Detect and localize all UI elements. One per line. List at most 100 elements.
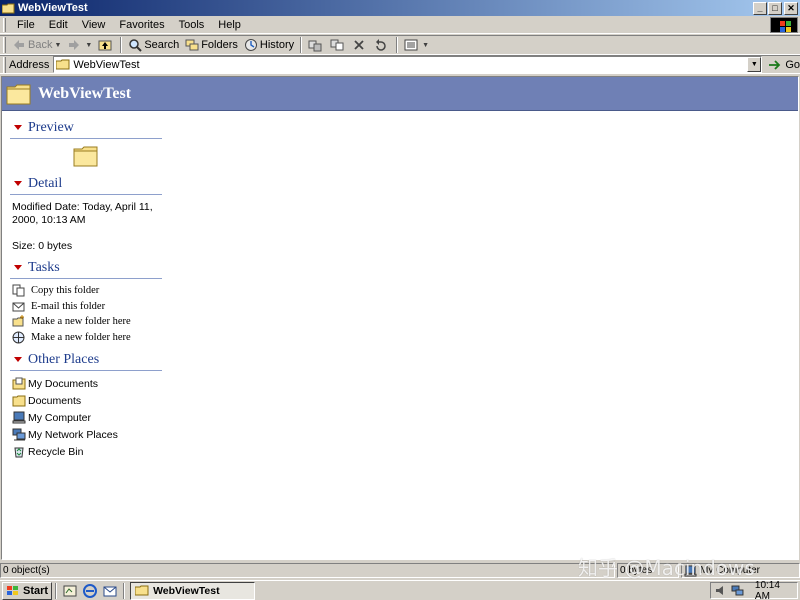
place-recycle-bin[interactable]: Recycle Bin xyxy=(10,443,162,460)
folder-icon xyxy=(12,395,26,407)
place-my-network-places[interactable]: My Network Places xyxy=(10,426,162,443)
standard-toolbar: Back ▼ ▼ Search Folders History ▼ xyxy=(0,35,800,55)
maximize-button[interactable]: □ xyxy=(768,1,782,15)
address-input[interactable]: WebViewTest ▼ xyxy=(53,56,763,73)
menu-bar: File Edit View Favorites Tools Help xyxy=(0,16,800,34)
taskbar-window-label: WebViewTest xyxy=(153,584,220,597)
copy-to-button[interactable] xyxy=(327,36,349,54)
start-label: Start xyxy=(23,584,49,597)
menu-view[interactable]: View xyxy=(75,19,113,31)
addressbar-grip[interactable] xyxy=(3,56,6,73)
views-button[interactable]: ▼ xyxy=(401,36,432,54)
views-dropdown-icon[interactable]: ▼ xyxy=(422,42,429,49)
back-label: Back xyxy=(28,39,53,51)
menu-favorites[interactable]: Favorites xyxy=(112,19,171,31)
watermark: 知乎 @Macindows xyxy=(578,556,755,580)
toolbar-grip[interactable] xyxy=(3,37,6,53)
tasks-title: Tasks xyxy=(28,259,60,275)
address-label: Address xyxy=(8,58,50,71)
task-label: Make a new folder here xyxy=(31,331,131,343)
task-email-folder[interactable]: E-mail this folder xyxy=(10,299,162,315)
menu-tools[interactable]: Tools xyxy=(172,19,212,31)
search-button[interactable]: Search xyxy=(125,36,182,54)
collapse-arrow-icon[interactable] xyxy=(14,357,22,362)
volume-icon[interactable] xyxy=(714,584,728,597)
up-folder-icon xyxy=(98,40,112,51)
preview-section-header[interactable]: Preview xyxy=(10,117,162,139)
windows-flag-icon xyxy=(7,585,18,595)
network-places-icon xyxy=(12,428,26,441)
menubar-grip[interactable] xyxy=(3,17,6,32)
place-my-documents[interactable]: My Documents xyxy=(10,375,162,392)
go-button[interactable]: Go xyxy=(768,59,800,71)
outlook-express-icon[interactable] xyxy=(102,583,118,599)
other-places-title: Other Places xyxy=(28,351,100,367)
detail-title: Detail xyxy=(28,175,63,191)
place-label: My Computer xyxy=(28,411,92,424)
clock[interactable]: 10:14 AM xyxy=(755,580,797,600)
task-new-folder[interactable]: Make a new folder here xyxy=(10,314,162,330)
forward-dropdown-icon[interactable]: ▼ xyxy=(85,42,92,49)
delete-button[interactable] xyxy=(349,36,371,54)
forward-arrow-icon xyxy=(69,40,80,50)
new-folder-icon xyxy=(12,315,24,327)
other-places-section-header[interactable]: Other Places xyxy=(10,349,162,371)
collapse-arrow-icon[interactable] xyxy=(14,125,22,130)
webview-banner: WebViewTest xyxy=(2,77,798,111)
title-bar[interactable]: WebViewTest _ □ ✕ xyxy=(0,0,800,16)
menu-file[interactable]: File xyxy=(10,19,42,31)
taskbar-window-webviewtest[interactable]: WebViewTest xyxy=(130,581,256,600)
preview-title: Preview xyxy=(28,119,74,135)
collapse-arrow-icon[interactable] xyxy=(14,181,22,186)
network-status-icon[interactable] xyxy=(731,584,745,597)
toolbar-separator xyxy=(396,37,399,53)
file-size: Size: 0 bytes xyxy=(12,240,73,252)
move-to-button[interactable] xyxy=(305,36,327,54)
go-label: Go xyxy=(785,58,800,71)
toolbar-separator xyxy=(300,37,303,53)
back-button[interactable]: Back ▼ xyxy=(9,36,64,54)
modified-date: Modified Date: Today, April 11, 2000, 10… xyxy=(12,201,153,226)
history-button[interactable]: History xyxy=(241,36,297,54)
internet-explorer-icon[interactable] xyxy=(82,583,98,599)
windows-logo-icon xyxy=(770,17,798,33)
search-label: Search xyxy=(144,39,180,51)
folder-view[interactable]: WebViewTest Preview Detail Modified Date… xyxy=(1,76,799,560)
task-new-folder-web[interactable]: Make a new folder here xyxy=(10,330,162,346)
show-desktop-icon[interactable] xyxy=(62,583,78,599)
collapse-arrow-icon[interactable] xyxy=(14,265,22,270)
folders-button[interactable]: Folders xyxy=(182,36,241,54)
back-dropdown-icon[interactable]: ▼ xyxy=(54,42,61,49)
banner-title: WebViewTest xyxy=(38,84,132,102)
undo-icon xyxy=(376,39,386,51)
folder-icon xyxy=(135,585,149,596)
quicklaunch-separator xyxy=(55,582,58,599)
up-folder-button[interactable] xyxy=(95,36,117,54)
menu-help[interactable]: Help xyxy=(211,19,248,31)
start-button[interactable]: Start xyxy=(2,581,53,600)
menu-edit[interactable]: Edit xyxy=(42,19,75,31)
taskbar: Start WebViewTest 10:14 AM xyxy=(0,580,800,600)
task-copy-folder[interactable]: Copy this folder xyxy=(10,283,162,299)
search-icon xyxy=(129,39,143,52)
preview-thumbnail xyxy=(10,143,162,173)
window-title: WebViewTest xyxy=(18,2,88,14)
go-arrow-icon xyxy=(769,59,781,70)
place-documents[interactable]: Documents xyxy=(10,392,162,409)
minimize-button[interactable]: _ xyxy=(753,1,767,15)
folder-icon xyxy=(56,59,70,70)
place-label: My Network Places xyxy=(28,428,118,441)
webview-side-pane: Preview Detail Modified Date: Today, Apr… xyxy=(10,117,162,460)
back-arrow-icon xyxy=(14,40,24,50)
task-label: E-mail this folder xyxy=(31,300,106,312)
close-button[interactable]: ✕ xyxy=(784,1,798,15)
forward-button[interactable]: ▼ xyxy=(64,36,95,54)
detail-section-header[interactable]: Detail xyxy=(10,173,162,195)
system-tray: 10:14 AM xyxy=(710,580,798,600)
undo-button[interactable] xyxy=(371,36,393,54)
place-my-computer[interactable]: My Computer xyxy=(10,409,162,426)
address-dropdown-icon[interactable]: ▼ xyxy=(747,57,762,72)
recycle-bin-icon xyxy=(14,447,24,458)
tasks-section-header[interactable]: Tasks xyxy=(10,257,162,279)
folders-icon xyxy=(185,39,199,51)
